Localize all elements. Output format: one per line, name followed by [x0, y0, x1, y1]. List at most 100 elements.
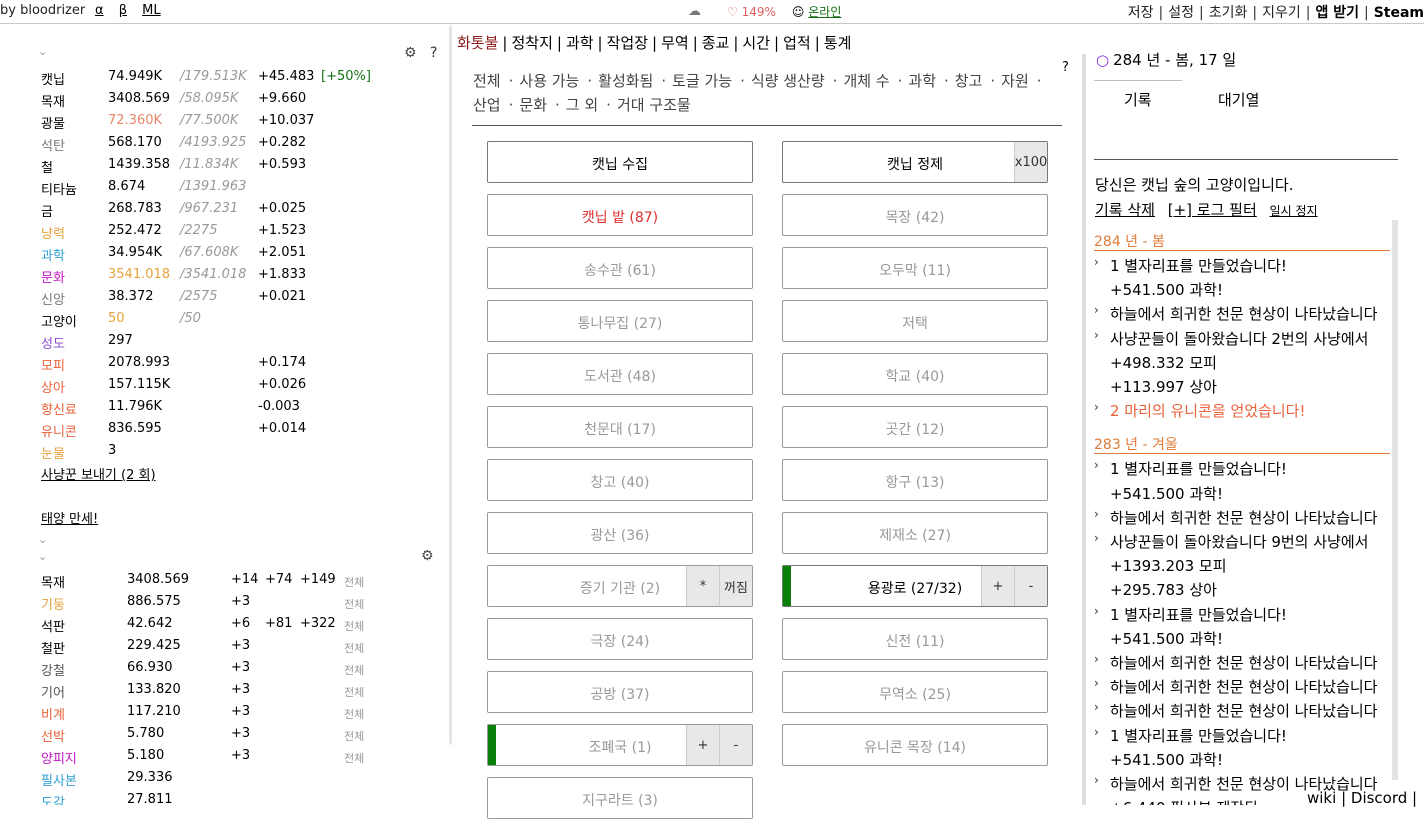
- save-link[interactable]: 저장: [1128, 5, 1154, 21]
- craft-one-button[interactable]: +6: [231, 616, 250, 631]
- praise-sun-link[interactable]: 태양 만세!: [41, 508, 98, 527]
- options-link[interactable]: 설정: [1168, 5, 1194, 21]
- building-button[interactable]: 조폐국 (1) + -: [487, 724, 753, 766]
- filter-1[interactable]: 사용 가능: [519, 72, 579, 90]
- bonfire-help-icon[interactable]: ?: [1062, 60, 1069, 75]
- craft-many-button[interactable]: +322: [300, 616, 336, 631]
- main-scrollbar[interactable]: [1082, 54, 1086, 805]
- craft-all-button[interactable]: 전체: [344, 750, 364, 766]
- alpha-link[interactable]: α: [95, 3, 104, 18]
- building-button[interactable]: 학교 (40): [782, 353, 1048, 395]
- building-button[interactable]: 증기 기관 (2) * 꺼짐: [487, 565, 753, 607]
- craft-many-button[interactable]: +149: [300, 572, 336, 587]
- cloud-icon[interactable]: ☁: [688, 4, 701, 19]
- building-control-button[interactable]: -: [719, 725, 752, 765]
- tab-2[interactable]: 과학: [566, 34, 594, 52]
- reset-link[interactable]: 초기화: [1209, 5, 1248, 21]
- craft-one-button[interactable]: +14: [231, 572, 258, 587]
- building-button[interactable]: 캣닙 밭 (87): [487, 194, 753, 236]
- collapse-crafting-icon[interactable]: ⌄: [38, 533, 47, 546]
- filter-5[interactable]: 개체 수: [843, 72, 889, 90]
- ml-link[interactable]: ML: [142, 3, 160, 18]
- filter-9[interactable]: 산업: [473, 96, 501, 114]
- filter-0[interactable]: 전체: [473, 72, 501, 90]
- craft-one-button[interactable]: +3: [231, 726, 250, 741]
- building-control-button[interactable]: x100: [1014, 142, 1047, 182]
- collapse-resources-icon[interactable]: ⌄: [38, 45, 47, 58]
- building-control-button[interactable]: +: [686, 725, 719, 765]
- building-button[interactable]: 용광로 (27/32) + -: [782, 565, 1048, 607]
- discord-link[interactable]: Discord: [1351, 789, 1407, 807]
- filter-8[interactable]: 자원: [1001, 72, 1029, 90]
- building-control-button[interactable]: 꺼짐: [719, 566, 752, 606]
- tab-8[interactable]: 통계: [824, 34, 852, 52]
- beta-link[interactable]: β: [119, 3, 127, 18]
- craft-all-button[interactable]: 전체: [344, 728, 364, 744]
- craft-some-button[interactable]: +74: [265, 572, 292, 587]
- tab-3[interactable]: 작업장: [607, 34, 648, 52]
- building-button[interactable]: 오두막 (11): [782, 247, 1048, 289]
- building-button[interactable]: 곳간 (12): [782, 406, 1048, 448]
- craft-all-button[interactable]: 전체: [344, 706, 364, 722]
- filter-3[interactable]: 토글 가능: [672, 72, 732, 90]
- craft-all-button[interactable]: 전체: [344, 684, 364, 700]
- building-button[interactable]: 신전 (11): [782, 618, 1048, 660]
- craft-one-button[interactable]: +3: [231, 704, 250, 719]
- wiki-link[interactable]: wiki: [1307, 789, 1336, 807]
- building-button[interactable]: 지구라트 (3): [487, 777, 753, 819]
- steam-link[interactable]: Steam: [1374, 5, 1424, 21]
- crafting-gear-icon[interactable]: ⚙: [421, 548, 434, 564]
- building-control-button[interactable]: +: [981, 566, 1014, 606]
- pause-link[interactable]: 일시 정지: [1270, 204, 1318, 218]
- tab-1[interactable]: 정착지: [511, 34, 552, 52]
- tab-6[interactable]: 시간: [742, 34, 770, 52]
- wipe-link[interactable]: 지우기: [1262, 5, 1301, 21]
- clear-log-link[interactable]: 기록 삭제: [1095, 201, 1155, 219]
- tab-4[interactable]: 무역: [661, 34, 689, 52]
- building-button[interactable]: 목장 (42): [782, 194, 1048, 236]
- filter-4[interactable]: 식량 생산량: [751, 72, 825, 90]
- log-scrollbar[interactable]: [1392, 220, 1398, 780]
- left-scrollbar[interactable]: [449, 25, 452, 745]
- tab-0[interactable]: 화톳불: [457, 34, 498, 52]
- send-hunters-link[interactable]: 사냥꾼 보내기 (2 회): [41, 464, 156, 483]
- building-button[interactable]: 천문대 (17): [487, 406, 753, 448]
- building-button[interactable]: 광산 (36): [487, 512, 753, 554]
- building-button[interactable]: 캣닙 수집: [487, 141, 753, 183]
- tab-queue[interactable]: 대기열: [1218, 89, 1259, 110]
- building-control-button[interactable]: -: [1014, 566, 1047, 606]
- building-button[interactable]: 창고 (40): [487, 459, 753, 501]
- filter-11[interactable]: 그 외: [566, 96, 598, 114]
- collapse-crafted-icon[interactable]: ⌄: [38, 550, 47, 563]
- building-button[interactable]: 공방 (37): [487, 671, 753, 713]
- tab-7[interactable]: 업적: [783, 34, 811, 52]
- tab-5[interactable]: 종교: [702, 34, 730, 52]
- building-button[interactable]: 도서관 (48): [487, 353, 753, 395]
- craft-all-button[interactable]: 전체: [344, 596, 364, 612]
- filter-2[interactable]: 활성화됨: [598, 72, 653, 90]
- craft-all-button[interactable]: 전체: [344, 640, 364, 656]
- resources-gear-icon[interactable]: ⚙: [404, 45, 417, 61]
- craft-one-button[interactable]: +3: [231, 638, 250, 653]
- filter-7[interactable]: 창고: [955, 72, 983, 90]
- building-button[interactable]: 캣닙 정제 x100: [782, 141, 1048, 183]
- craft-some-button[interactable]: +81: [265, 616, 292, 631]
- building-button[interactable]: 제재소 (27): [782, 512, 1048, 554]
- building-button[interactable]: 송수관 (61): [487, 247, 753, 289]
- craft-one-button[interactable]: +3: [231, 748, 250, 763]
- filter-10[interactable]: 문화: [519, 96, 547, 114]
- resources-help-icon[interactable]: ?: [430, 45, 437, 61]
- online-link[interactable]: 온라인: [808, 5, 841, 19]
- craft-one-button[interactable]: +3: [231, 594, 250, 609]
- craft-all-button[interactable]: 전체: [344, 662, 364, 678]
- tab-log[interactable]: 기록: [1124, 89, 1152, 110]
- building-button[interactable]: 극장 (24): [487, 618, 753, 660]
- building-button[interactable]: 저택: [782, 300, 1048, 342]
- building-button[interactable]: 유니콘 목장 (14): [782, 724, 1048, 766]
- filter-12[interactable]: 거대 구조물: [617, 96, 691, 114]
- craft-all-button[interactable]: 전체: [344, 618, 364, 634]
- building-control-button[interactable]: *: [686, 566, 719, 606]
- building-button[interactable]: 무역소 (25): [782, 671, 1048, 713]
- building-button[interactable]: 항구 (13): [782, 459, 1048, 501]
- get-app-link[interactable]: 앱 받기: [1315, 5, 1359, 21]
